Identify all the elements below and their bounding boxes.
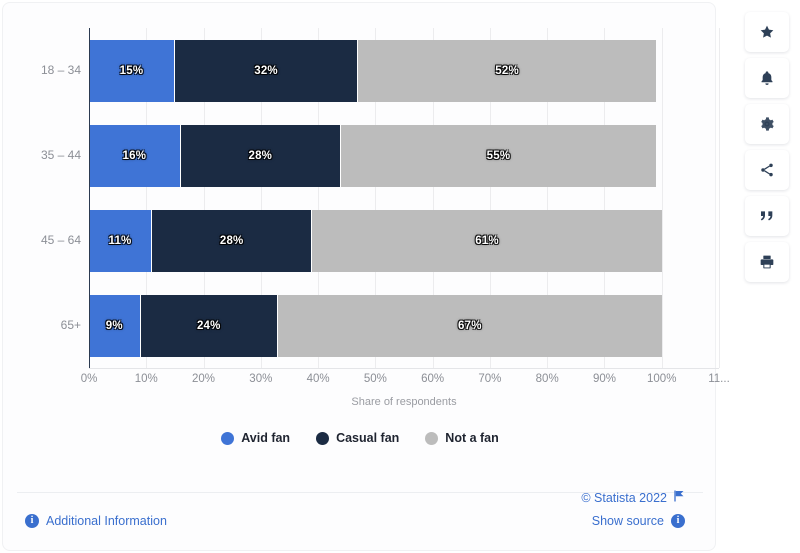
bar-row: 9% 24% 67% [89, 294, 662, 357]
additional-information-label: Additional Information [46, 514, 167, 528]
x-axis-tick-label: 10% [134, 373, 158, 385]
bar-segment[interactable]: 32% [174, 39, 359, 102]
bar-row: 15% 32% 52% [89, 39, 656, 102]
bar-segment[interactable]: 61% [312, 209, 662, 272]
citation-button[interactable] [745, 196, 789, 236]
x-axis-title: Share of respondents [351, 396, 457, 408]
legend-label: Avid fan [241, 431, 291, 445]
plot-area: 15% 32% 52% 16% 28% 55% 11% 28% 61% 9% 24% 67% [89, 28, 720, 368]
bar-segment[interactable]: 9% [89, 294, 141, 357]
bar-segment-label: 67% [458, 319, 482, 332]
x-axis-tick-label: 30% [249, 373, 273, 385]
favorite-star-icon [759, 24, 775, 40]
x-axis-tick-label: 50% [363, 373, 387, 385]
print-icon [759, 254, 775, 270]
bar-segment-label: 28% [219, 234, 244, 247]
bar-row: 16% 28% 55% [89, 124, 656, 187]
bar-row: 11% 28% 61% [89, 209, 662, 272]
notification-bell-icon [759, 70, 775, 86]
bar-segment[interactable]: 15% [89, 39, 175, 102]
bar-segment-label: 52% [495, 64, 519, 77]
settings-gear-icon [759, 116, 775, 132]
bar-segment[interactable]: 28% [180, 124, 341, 187]
copyright-label: © Statista 2022 [581, 491, 667, 505]
flag-icon [674, 489, 685, 507]
side-toolbar [745, 12, 789, 282]
legend-color-swatch [425, 431, 439, 445]
x-axis-tick-label: 60% [421, 373, 445, 385]
gridline [89, 28, 90, 368]
bar-segment-label: 61% [475, 234, 499, 247]
show-source-link[interactable]: Show source i [592, 514, 685, 528]
statista-chart-page: 15% 32% 52% 16% 28% 55% 11% 28% 61% 9% 24% 67% 18 –… [0, 0, 800, 553]
legend-item[interactable]: Avid fan [221, 431, 290, 445]
bar-segment-label: 15% [119, 64, 144, 77]
bar-segment[interactable]: 11% [89, 209, 152, 272]
additional-information-link[interactable]: i Additional Information [25, 514, 167, 528]
bar-segment[interactable]: 16% [89, 124, 181, 187]
citation-quote-icon [759, 209, 775, 223]
legend-color-swatch [221, 431, 235, 445]
x-axis-tick-label: 20% [192, 373, 216, 385]
y-axis-label: 35 – 44 [40, 147, 81, 162]
bar-segment-label: 55% [486, 149, 511, 162]
x-axis-tick-labels: 0% 10% 20% 30% 40% 50% 60% 70% 80% 90% 100% 11... [81, 373, 730, 391]
bar-segment[interactable]: 55% [340, 124, 656, 187]
bar-segment[interactable]: 28% [152, 209, 313, 272]
bar-segment[interactable]: 24% [140, 294, 278, 357]
x-axis-tick-label: 40% [306, 373, 330, 385]
bar-segment-label: 9% [105, 319, 123, 332]
bar-segment-label: 28% [248, 149, 273, 162]
y-axis-label: 18 – 34 [40, 62, 81, 77]
bar-segment-label: 16% [122, 149, 147, 162]
bar-segment-label: 11% [108, 234, 132, 247]
chart-legend: Avid fan Casual fan Not a fan [3, 431, 717, 445]
x-axis-tick-label: 90% [592, 373, 616, 385]
info-icon: i [671, 514, 685, 528]
bar-segment[interactable]: 67% [277, 294, 662, 357]
legend-item[interactable]: Casual fan [316, 431, 399, 445]
legend-label: Casual fan [336, 431, 400, 445]
bar-segment[interactable]: 52% [358, 39, 656, 102]
favorite-button[interactable] [745, 12, 789, 52]
x-axis-tick-label: 11... [708, 373, 730, 385]
legend-item[interactable]: Not a fan [425, 431, 499, 445]
y-axis-label: 65+ [60, 317, 81, 332]
bar-segment-label: 24% [196, 319, 221, 332]
legend-color-swatch [316, 431, 330, 445]
print-button[interactable] [745, 242, 789, 282]
x-axis-tick-label: 80% [535, 373, 559, 385]
y-axis-label: 45 – 64 [40, 232, 81, 247]
x-axis-tick-label: 0% [80, 373, 98, 385]
show-source-label: Show source [591, 514, 664, 528]
settings-button[interactable] [745, 104, 789, 144]
gridline [719, 28, 720, 368]
bar-segment-label: 32% [254, 64, 278, 77]
y-axis-labels: 18 – 34 35 – 44 45 – 64 65+ [3, 28, 81, 368]
notifications-button[interactable] [745, 58, 789, 98]
copyright: © Statista 2022 [581, 489, 685, 507]
share-icon [759, 162, 775, 178]
x-axis-baseline [89, 368, 719, 369]
gridline [661, 28, 663, 368]
x-axis-tick-label: 70% [478, 373, 502, 385]
info-icon: i [25, 514, 39, 528]
share-button[interactable] [745, 150, 789, 190]
x-axis-tick-label: 100% [647, 373, 677, 385]
legend-label: Not a fan [445, 431, 499, 445]
chart-card: 15% 32% 52% 16% 28% 55% 11% 28% 61% 9% 24% 67% 18 –… [2, 2, 730, 551]
